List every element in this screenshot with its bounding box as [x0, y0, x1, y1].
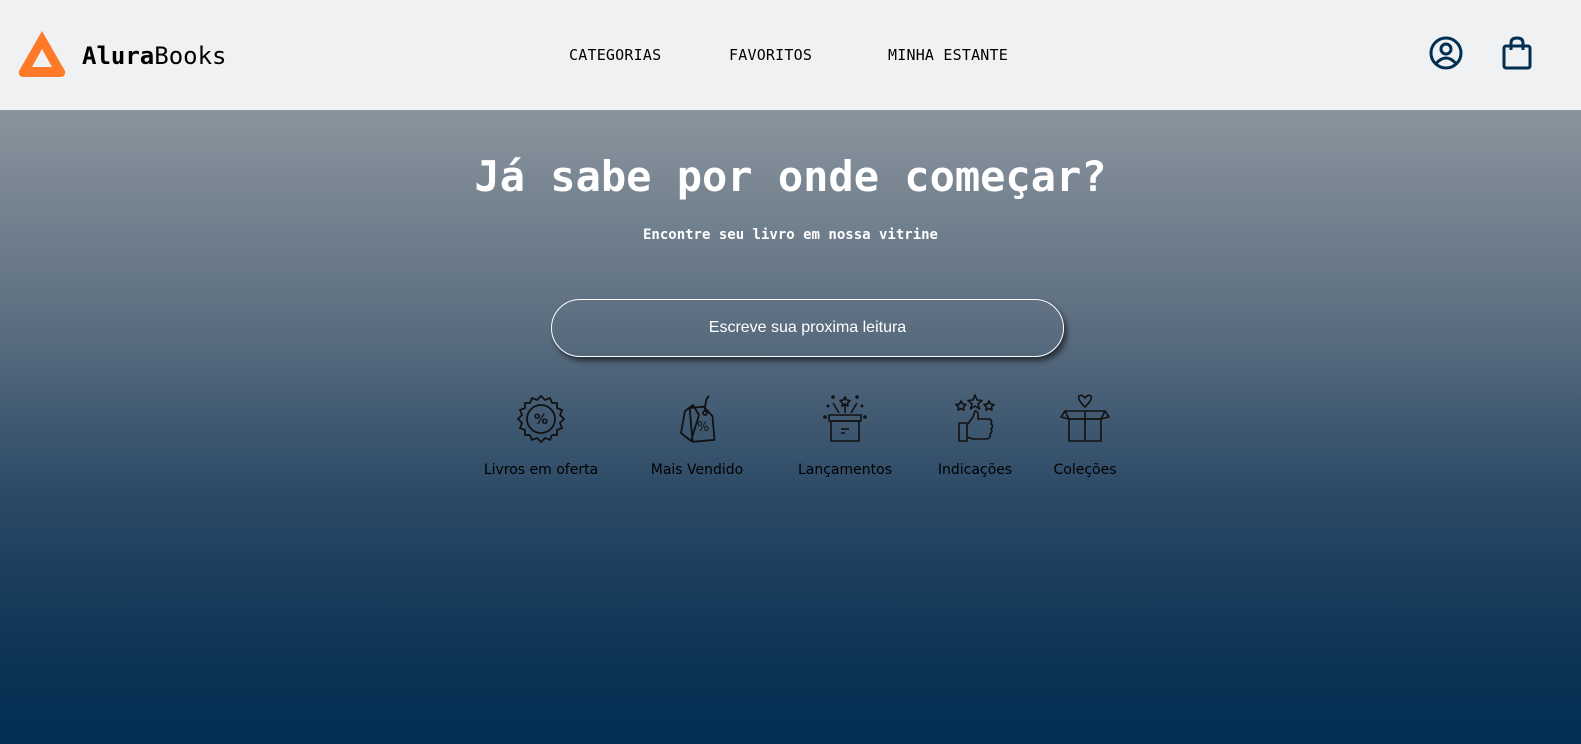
category-livros-em-oferta[interactable]: % Livros em oferta [476, 393, 606, 478]
category-label: Lançamentos [797, 462, 892, 478]
category-label: Coleções [1053, 462, 1117, 478]
hero-subtitle: Encontre seu livro em nossa vitrine [642, 227, 938, 243]
category-label: Mais Vendido [650, 462, 744, 478]
category-indicacoes[interactable]: Indicações [915, 393, 1035, 478]
category-label: Indicações [937, 462, 1013, 478]
brand-name-bold: Alura [82, 42, 155, 70]
svg-text:%: % [534, 412, 548, 428]
category-colecoes[interactable]: Coleções [1040, 393, 1130, 478]
gift-box-heart-icon [1040, 393, 1130, 445]
category-label: Livros em oferta [483, 462, 599, 478]
category-mais-vendido[interactable]: % Mais Vendido [632, 393, 762, 478]
triangle-logo-icon [17, 29, 67, 83]
svg-text:%: % [697, 420, 709, 435]
gift-box-stars-icon [780, 393, 910, 445]
category-lancamentos[interactable]: Lançamentos [780, 393, 910, 478]
user-circle-icon[interactable] [1429, 36, 1463, 74]
brand-name-rest: Books [154, 42, 227, 70]
thumbs-up-stars-icon [915, 393, 1035, 445]
discount-badge-icon: % [476, 393, 606, 445]
shopping-bag-icon[interactable] [1502, 36, 1532, 74]
site-header: AluraBooks CATEGORIAS FAVORITOS MINHA ES… [0, 0, 1581, 110]
nav-item-categorias[interactable]: CATEGORIAS [569, 46, 661, 64]
logo[interactable]: AluraBooks [17, 29, 227, 83]
hero-section: Já sabe por onde começar? Encontre seu l… [0, 110, 1581, 744]
search-input[interactable] [551, 299, 1064, 357]
brand-name: AluraBooks [82, 42, 227, 70]
hero-title: Já sabe por onde começar? [474, 152, 1107, 201]
nav-item-minha-estante[interactable]: MINHA ESTANTE [888, 46, 1008, 64]
price-tag-percent-icon: % [632, 393, 762, 445]
nav-item-favoritos[interactable]: FAVORITOS [729, 46, 812, 64]
